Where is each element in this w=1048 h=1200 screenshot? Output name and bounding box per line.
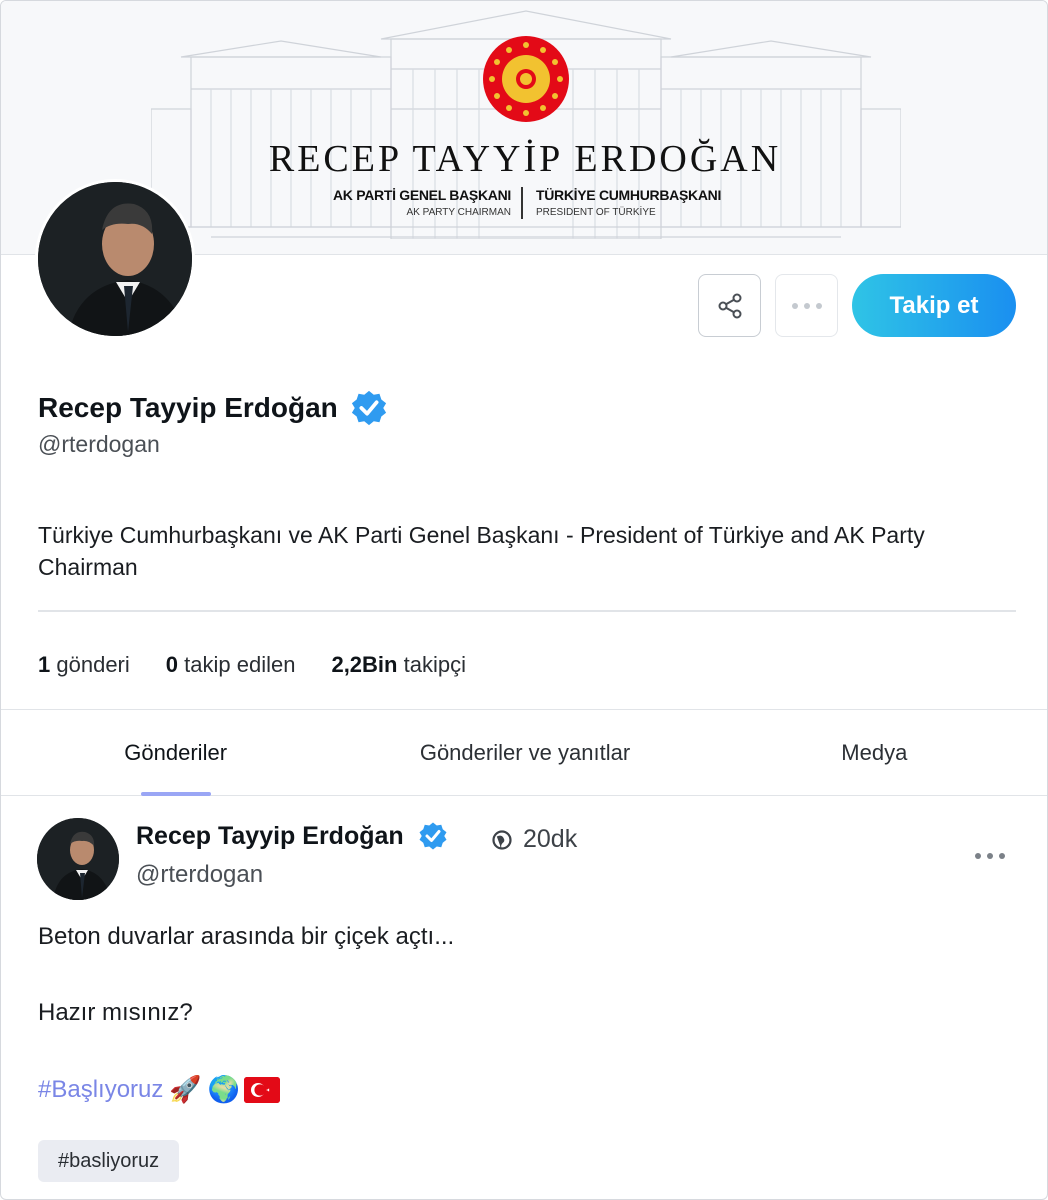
post-text-line: Hazır mısınız? (38, 999, 193, 1026)
posts-label: gönderi (56, 652, 130, 677)
rocket-emoji: 🚀 (169, 1074, 202, 1104)
followers-count: 2,2Bin (331, 652, 398, 677)
followers-stat[interactable]: 2,2Bin takipçi (331, 652, 466, 678)
tab-posts-and-replies[interactable]: Gönderiler ve yanıtlar (350, 710, 699, 795)
following-label: takip edilen (184, 652, 296, 677)
profile-tabs: Gönderiler Gönderiler ve yanıtlar Medya (1, 710, 1047, 796)
post-text-line: Beton duvarlar arasında bir çiçek açtı..… (38, 923, 455, 950)
post-time[interactable]: 20dk (523, 825, 577, 854)
share-button[interactable] (698, 274, 761, 337)
banner-title: RECEP TAYYİP ERDOĞAN (268, 138, 782, 180)
banner-left-subtitle: AK PARTY CHAIRMAN (406, 207, 511, 218)
verified-badge-icon (351, 390, 386, 426)
post-meta: 20dk (491, 825, 577, 854)
followers-label: takipçi (403, 652, 466, 677)
banner-right-title: TÜRKİYE CUMHURBAŞKANI (536, 187, 722, 203)
profile-display-name: Recep Tayyip Erdoğan (38, 389, 388, 427)
tab-media[interactable]: Medya (700, 710, 1047, 795)
tab-posts-and-replies-label: Gönderiler ve yanıtlar (419, 739, 631, 765)
tab-media-label: Medya (841, 739, 908, 765)
palace-illustration (151, 10, 901, 239)
profile-avatar[interactable] (35, 179, 195, 339)
tab-posts-label: Gönderiler (124, 739, 228, 765)
follow-button[interactable]: Takip et (852, 274, 1016, 337)
hashtag-link[interactable]: #Başlıyoruz (38, 1076, 163, 1104)
post-hashtag-line: #Başlıyoruz 🚀 🌍 (38, 1074, 281, 1105)
more-icon (975, 853, 1005, 859)
share-icon (718, 293, 741, 318)
profile-page: RECEP TAYYİP ERDOĞAN AK PARTİ GENEL BAŞK… (0, 0, 1048, 1200)
presidential-seal-icon (483, 36, 569, 122)
post-author-avatar[interactable] (37, 818, 119, 900)
post-author-name[interactable]: Recep Tayyip Erdoğan (136, 821, 448, 851)
divider (38, 610, 1016, 612)
post-author-name-text: Recep Tayyip Erdoğan (136, 821, 404, 850)
following-stat[interactable]: 0 takip edilen (166, 652, 296, 678)
globe-emoji: 🌍 (207, 1074, 241, 1104)
avatar-photo (37, 818, 119, 900)
banner-right-subtitle: PRESIDENT OF TÜRKİYE (536, 207, 656, 218)
display-name-text: Recep Tayyip Erdoğan (38, 392, 338, 423)
profile-stats: 1 gönderi 0 takip edilen 2,2Bin takipçi (38, 652, 502, 678)
post-more-button[interactable] (974, 839, 1006, 867)
post-author-handle[interactable]: @rterdogan (136, 861, 263, 889)
following-count: 0 (165, 652, 179, 677)
post-tag-chip[interactable]: #basliyoruz (38, 1140, 180, 1182)
more-options-button[interactable] (775, 274, 838, 337)
avatar-photo (38, 182, 192, 336)
more-icon (791, 302, 822, 309)
tab-posts[interactable]: Gönderiler (1, 710, 350, 796)
profile-handle: @rterdogan (38, 431, 160, 457)
active-tab-indicator (140, 792, 211, 796)
posts-count: 1 (38, 652, 51, 677)
turkey-flag-emoji (244, 1076, 281, 1103)
profile-bio: Türkiye Cumhurbaşkanı ve AK Parti Genel … (38, 522, 925, 580)
banner-separator (521, 187, 523, 219)
globe-icon (492, 829, 512, 850)
posts-stat[interactable]: 1 gönderi (38, 652, 130, 678)
verified-badge-icon (419, 822, 447, 850)
banner-left-title: AK PARTİ GENEL BAŞKANI (332, 187, 511, 203)
